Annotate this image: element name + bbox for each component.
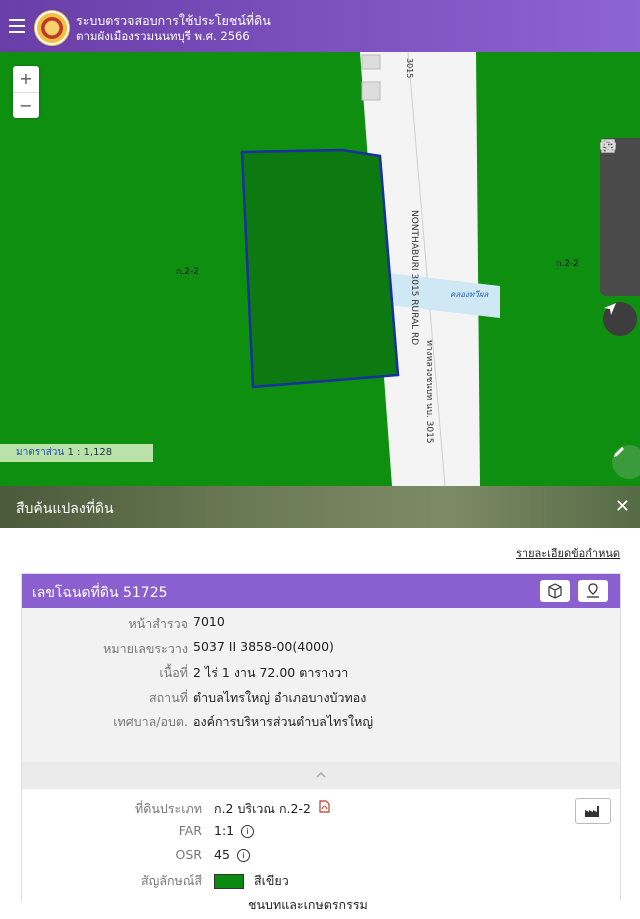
pdf-icon[interactable]	[319, 800, 330, 816]
app-subtitle: ตามผังเมืองรวมนนทบุรี พ.ศ. 2566	[76, 29, 250, 43]
far-label: FAR	[178, 823, 202, 838]
building	[361, 54, 381, 70]
parcel-card-header: เลขโฉนดที่ดิน 51725	[22, 574, 620, 608]
canal-label: คลองทวีผล	[450, 290, 489, 299]
zoom-out-button[interactable]: −	[13, 92, 39, 119]
info-label: หน้าสำรวจ	[128, 616, 188, 631]
collapse-toggle[interactable]	[22, 762, 620, 789]
map-scale: มาตราส่วน 1 : 1,128	[0, 444, 153, 462]
road-label-th: ทางหลวงชนบท นบ. 3015	[424, 340, 434, 444]
land-type-row: ที่ดินประเภท ก.2 บริเวณ ก.2-2	[22, 799, 620, 823]
parcel-search-bar[interactable]: สืบค้นแปลงที่ดิน ✕	[0, 486, 640, 528]
map-toolbar	[600, 138, 640, 296]
qr-code-icon[interactable]	[600, 139, 640, 294]
measure-icon[interactable]	[600, 142, 640, 255]
parcel-locate-button[interactable]	[578, 580, 608, 602]
search-title: สืบค้นแปลงที่ดิน	[16, 501, 114, 517]
road-label-top: 3015	[405, 58, 414, 78]
color-label: สัญลักษณ์สี	[141, 873, 202, 888]
map-view[interactable]: ก.2-2 ก.2-2 3015 NONTHABURI 3015 RURAL R…	[0, 52, 640, 486]
parcel-polygon	[240, 148, 400, 389]
info-icon[interactable]: i	[241, 825, 255, 838]
road-label-en: NONTHABURI 3015 RURAL RD	[409, 210, 419, 345]
far-row: FAR 1:1 i	[22, 823, 620, 847]
info-value: 2 ไร่ 1 งาน 72.00 ตารางวา	[193, 665, 349, 680]
info-label: สถานที่	[148, 689, 188, 705]
cube-icon	[548, 583, 562, 599]
color-description: ชนบทและเกษตรกรรม	[248, 897, 368, 912]
color-swatch	[214, 874, 244, 889]
agency-logo	[34, 10, 70, 46]
info-row: เทศบาล/อบต. องค์การบริหารส่วนตำบลไทรใหญ่	[22, 712, 620, 737]
map-pin-icon	[587, 583, 599, 598]
regulations-details-link[interactable]: รายละเอียดข้อกำหนด	[516, 544, 620, 562]
info-value: 5037 II 3858-00(4000)	[193, 638, 334, 654]
land-type-value: ก.2 บริเวณ ก.2-2	[214, 801, 311, 816]
osr-row: OSR 45 i	[22, 847, 620, 871]
info-label: เทศบาล/อบต.	[113, 714, 188, 729]
land-type-label: ที่ดินประเภท	[134, 801, 202, 816]
locate-me-button[interactable]	[603, 302, 637, 336]
info-row: หน้าสำรวจ 7010	[22, 614, 620, 639]
info-value: 7010	[193, 614, 225, 629]
info-row: เนื้อที่ 2 ไร่ 1 งาน 72.00 ตารางวา	[22, 663, 620, 688]
parcel-3d-button[interactable]	[540, 580, 570, 602]
color-value: สีเขียว	[253, 873, 289, 888]
map-canvas: ก.2-2 ก.2-2 3015 NONTHABURI 3015 RURAL R…	[176, 52, 579, 486]
scale-label: มาตราส่วน	[16, 447, 65, 458]
zone-label-right: ก.2-2	[556, 259, 579, 269]
info-row: หมายเลขระวาง 5037 II 3858-00(4000)	[22, 639, 620, 664]
navigation-arrow-icon	[604, 303, 616, 315]
legend-list-icon[interactable]	[600, 140, 640, 216]
zoom-control: + −	[13, 66, 39, 118]
menu-icon[interactable]	[9, 19, 25, 33]
app-header: ระบบตรวจสอบการใช้ประโยชน์ที่ดิน ตามผังเม…	[0, 0, 640, 52]
color-row: สัญลักษณ์สี สีเขียว	[22, 871, 620, 895]
pencil-icon	[614, 447, 624, 457]
info-label: หมายเลขระวาง	[103, 640, 188, 656]
factory-icon	[585, 806, 599, 817]
osr-label: OSR	[175, 847, 202, 862]
close-icon[interactable]: ✕	[615, 496, 630, 517]
info-icon[interactable]: i	[236, 849, 250, 862]
far-value: 1:1	[214, 823, 235, 838]
info-value: ตำบลไทรใหญ่ อำเภอบางบัวทอง	[193, 689, 367, 705]
osr-value: 45	[214, 847, 230, 862]
chevron-up-icon	[316, 771, 326, 778]
building	[361, 81, 381, 101]
scale-value: 1 : 1,128	[67, 447, 113, 458]
parcel-card: เลขโฉนดที่ดิน 51725 หน้าสำรวจ 7010 หมายเ…	[21, 573, 621, 912]
draw-edit-button[interactable]	[612, 445, 640, 479]
zoom-in-button[interactable]: +	[13, 66, 39, 92]
info-row: สถานที่ ตำบลไทรใหญ่ อำเภอบางบัวทอง	[22, 688, 620, 713]
info-label: เนื้อที่	[159, 665, 188, 680]
parcel-title: เลขโฉนดที่ดิน 51725	[32, 585, 168, 601]
color-desc-row: ชนบทและเกษตรกรรม	[22, 895, 620, 919]
building-regulation-button[interactable]	[575, 798, 611, 824]
zone-label-left: ก.2-2	[176, 267, 199, 277]
info-value: องค์การบริหารส่วนตำบลไทรใหญ่	[193, 714, 374, 729]
parcel-info: หน้าสำรวจ 7010 หมายเลขระวาง 5037 II 3858…	[22, 608, 620, 762]
